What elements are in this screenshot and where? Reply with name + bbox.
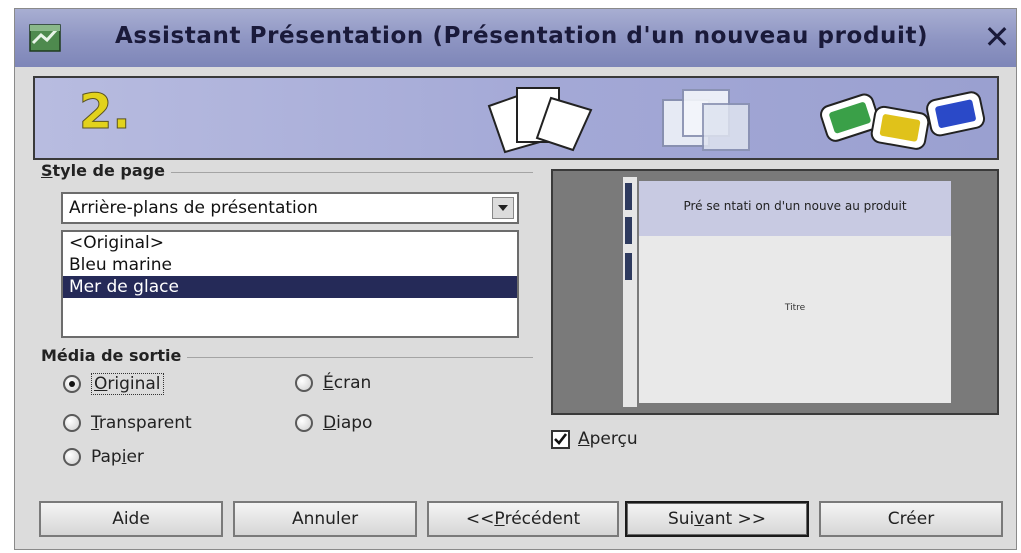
radio-transparent[interactable]: Transparent bbox=[63, 413, 192, 433]
preview-slide: Pré se ntati on d'un nouve au produit Ti… bbox=[639, 181, 951, 403]
back-button[interactable]: << Précédent bbox=[427, 501, 619, 537]
preview-checkbox[interactable]: Aperçu bbox=[551, 429, 638, 449]
radio-selected-icon bbox=[63, 375, 81, 393]
preview-slide-subtitle: Titre bbox=[784, 303, 806, 313]
page-style-dropdown[interactable]: Arrière-plans de présentation bbox=[61, 192, 519, 224]
radio-icon bbox=[63, 448, 81, 466]
radio-original[interactable]: Original bbox=[63, 373, 164, 395]
overlapping-squares-icon bbox=[662, 89, 750, 151]
next-button[interactable]: Sui v ant >> bbox=[625, 501, 809, 537]
window-title: Assistant Présentation (Présentation d'u… bbox=[115, 23, 929, 49]
radio-papier-label: Papier bbox=[91, 447, 144, 467]
radio-papier[interactable]: Papier bbox=[63, 447, 144, 467]
help-button[interactable]: Aide bbox=[39, 501, 223, 537]
wizard-banner: 2. bbox=[33, 76, 999, 160]
radio-diapo-label: Diapo bbox=[323, 413, 373, 433]
preview-sidebar bbox=[623, 177, 637, 407]
preview-checkbox-label: Aperçu bbox=[578, 429, 638, 449]
radio-ecran-label: Écran bbox=[323, 373, 372, 393]
cancel-button[interactable]: Annuler bbox=[233, 501, 417, 537]
radio-ecran[interactable]: Écran bbox=[295, 373, 371, 393]
title-bar[interactable]: Assistant Présentation (Présentation d'u… bbox=[15, 9, 1016, 67]
preview-bullet bbox=[625, 183, 632, 210]
page-style-label: Style de page bbox=[41, 161, 171, 180]
step-number: 2. bbox=[79, 84, 132, 141]
list-item[interactable]: <Original> bbox=[63, 232, 517, 254]
checkmark-icon[interactable] bbox=[551, 429, 570, 449]
slide-preview: Pré se ntati on d'un nouve au produit Ti… bbox=[551, 169, 999, 415]
pages-icon bbox=[487, 87, 593, 154]
page-style-list[interactable]: <Original> Bleu marine Mer de glace bbox=[61, 230, 519, 338]
preview-slide-header: Pré se ntati on d'un nouve au produit bbox=[639, 181, 951, 236]
list-item[interactable]: Bleu marine bbox=[63, 254, 517, 276]
app-icon bbox=[29, 23, 61, 53]
preview-bullet bbox=[625, 217, 632, 244]
presentation-wizard-window: Assistant Présentation (Présentation d'u… bbox=[14, 8, 1017, 550]
radio-icon bbox=[295, 414, 313, 432]
list-item[interactable]: Mer de glace bbox=[63, 276, 517, 298]
radio-diapo[interactable]: Diapo bbox=[295, 413, 372, 433]
radio-original-label: Original bbox=[91, 373, 164, 395]
radio-transparent-label: Transparent bbox=[91, 413, 192, 433]
chevron-down-icon[interactable] bbox=[492, 197, 514, 219]
slides-icon bbox=[820, 91, 986, 150]
close-icon[interactable]: ✕ bbox=[979, 17, 1015, 57]
create-button[interactable]: Créer bbox=[819, 501, 1003, 537]
preview-bullet bbox=[625, 253, 632, 280]
output-media-label: Média de sortie bbox=[41, 346, 188, 365]
page-style-dropdown-value: Arrière-plans de présentation bbox=[69, 198, 318, 218]
radio-icon bbox=[295, 374, 313, 392]
radio-icon bbox=[63, 414, 81, 432]
preview-slide-title: Pré se ntati on d'un nouve au produit bbox=[683, 199, 907, 213]
